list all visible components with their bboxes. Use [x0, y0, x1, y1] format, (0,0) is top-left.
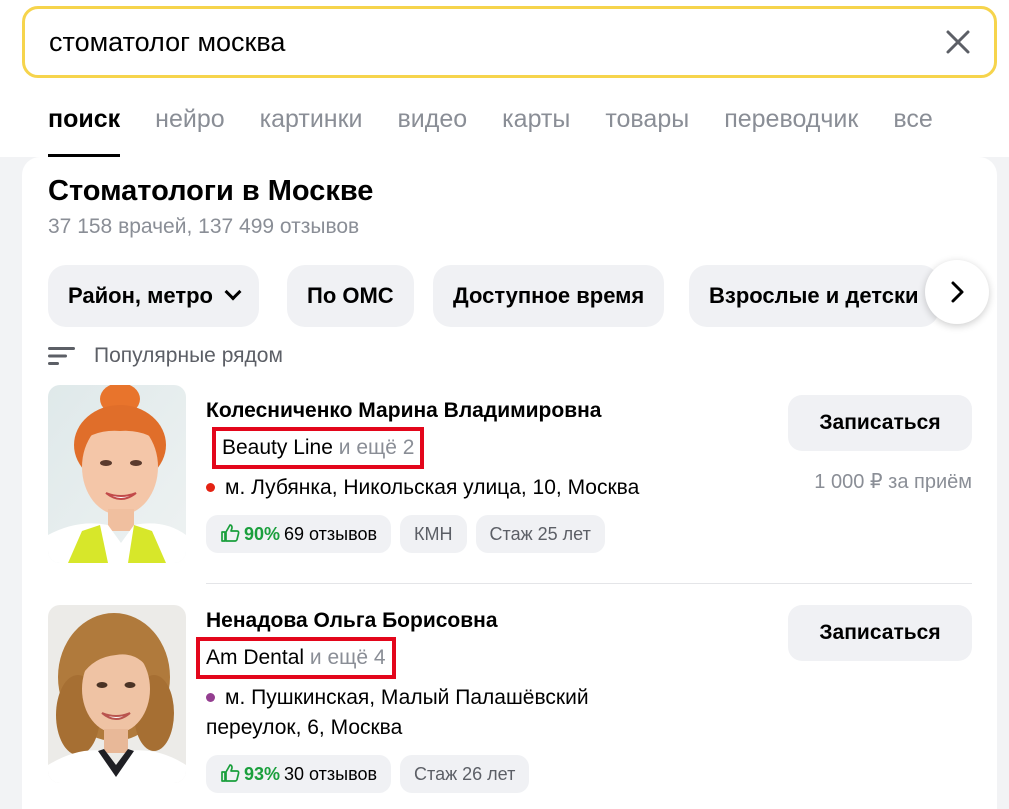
rating-percent: 93%	[244, 764, 281, 784]
thumb-up-icon	[221, 764, 240, 782]
book-appointment-button[interactable]: Записаться	[788, 395, 972, 451]
book-appointment-button[interactable]: Записаться	[788, 605, 972, 661]
doctor-name[interactable]: Ненадова Ольга Борисовна	[206, 609, 498, 633]
doctor-badges: 93% 30 отзывов Стаж 26 лет	[206, 755, 538, 793]
experience-badge: Стаж 25 лет	[475, 515, 605, 553]
clinic-highlight: Beauty Line и ещё 2	[212, 427, 425, 469]
clinic-more[interactable]: и ещё 2	[339, 436, 415, 459]
filters-scroll-right-button[interactable]	[925, 260, 989, 324]
degree-badge: КМН	[400, 515, 467, 553]
tab-video[interactable]: видео	[398, 100, 468, 157]
results-title[interactable]: Стоматологи в Москве	[48, 175, 373, 208]
search-tabs: поиск нейро картинки видео карты товары …	[48, 100, 968, 157]
doctor-photo[interactable]	[48, 385, 186, 563]
clinic-name[interactable]: Am Dental	[206, 646, 304, 669]
tab-products[interactable]: товары	[605, 100, 689, 157]
tab-neuro[interactable]: нейро	[155, 100, 224, 157]
reviews-count: 69 отзывов	[284, 524, 378, 544]
doctor-badges: 90% 69 отзывов КМН Стаж 25 лет	[206, 515, 614, 553]
filter-oms[interactable]: По ОМС	[287, 265, 414, 327]
filter-chips: Район, метро По ОМС Доступное время Взро…	[48, 265, 997, 327]
doctors-results-card: Стоматологи в Москве 37 158 врачей, 137 …	[22, 157, 997, 809]
rating-badge[interactable]: 93% 30 отзывов	[206, 755, 392, 793]
clinic-more[interactable]: и ещё 4	[310, 646, 386, 669]
tab-all[interactable]: все	[893, 100, 932, 157]
sort-control[interactable]: Популярные рядом	[48, 341, 283, 371]
thumb-up-icon	[221, 524, 240, 542]
rating-badge[interactable]: 90% 69 отзывов	[206, 515, 392, 553]
reviews-count: 30 отзывов	[284, 764, 378, 784]
filter-adults-children[interactable]: Взрослые и детски	[689, 265, 939, 327]
sort-icon	[48, 347, 75, 365]
address-text-line2: переулок, 6, Москва	[206, 716, 403, 739]
clinic-name[interactable]: Beauty Line	[222, 436, 333, 459]
filter-available-time[interactable]: Доступное время	[433, 265, 665, 327]
search-bar	[22, 6, 997, 78]
chevron-right-icon	[951, 281, 964, 303]
clinic-highlight: Am Dental и ещё 4	[196, 637, 396, 679]
filter-district-metro[interactable]: Район, метро	[48, 265, 259, 327]
search-input[interactable]	[49, 9, 929, 75]
appointment-price: 1 000 ₽ за приём	[814, 471, 972, 493]
close-icon[interactable]	[944, 28, 972, 56]
metro-dot-icon	[206, 693, 215, 702]
tab-translator[interactable]: переводчик	[724, 100, 858, 157]
tab-search[interactable]: поиск	[48, 100, 121, 157]
metro-dot-icon	[206, 483, 215, 492]
tab-images[interactable]: картинки	[260, 100, 363, 157]
sort-label: Популярные рядом	[94, 344, 283, 367]
tab-maps[interactable]: карты	[502, 100, 570, 157]
search-header: поиск нейро картинки видео карты товары …	[0, 0, 1009, 157]
doctor-card: Ненадова Ольга Борисовна Am Dental и ещё…	[48, 605, 972, 805]
doctor-address: м. Лубянка, Никольская улица, 10, Москва	[206, 473, 639, 503]
doctor-address: м. Пушкинская, Малый Палашёвский переуло…	[206, 683, 589, 743]
rating-percent: 90%	[244, 524, 281, 544]
doctor-photo[interactable]	[48, 605, 186, 783]
experience-badge: Стаж 26 лет	[400, 755, 530, 793]
filter-district-metro-label: Район, метро	[68, 283, 213, 308]
doctor-name[interactable]: Колесниченко Марина Владимировна	[206, 399, 601, 423]
results-subtitle: 37 158 врачей, 137 499 отзывов	[48, 215, 360, 238]
address-text-line1: м. Пушкинская, Малый Палашёвский	[225, 686, 589, 709]
address-text: м. Лубянка, Никольская улица, 10, Москва	[225, 476, 640, 499]
divider	[206, 583, 972, 584]
doctor-card: Колесниченко Марина Владимировна Beauty …	[48, 385, 972, 585]
chevron-down-icon	[224, 283, 242, 301]
